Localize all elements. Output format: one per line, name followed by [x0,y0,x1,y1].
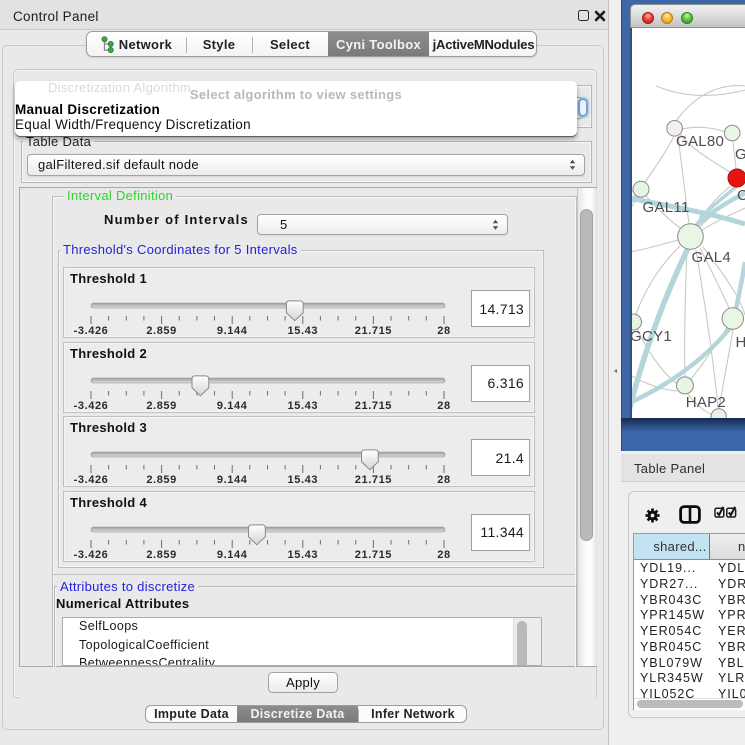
svg-text:28: 28 [437,474,450,486]
svg-text:2.859: 2.859 [146,549,177,561]
svg-text:2.859: 2.859 [146,400,177,412]
svg-text:-3.426: -3.426 [74,549,109,561]
svg-text:H: H [736,334,745,351]
svg-text:-3.426: -3.426 [74,474,109,486]
svg-text:9.144: 9.144 [217,400,248,412]
svg-text:HAP2: HAP2 [686,394,726,411]
svg-text:15.43: 15.43 [288,474,319,486]
svg-text:28: 28 [437,400,450,412]
svg-text:GAL4: GAL4 [692,249,732,266]
svg-text:9.144: 9.144 [217,325,248,337]
svg-text:15.43: 15.43 [288,400,319,412]
svg-text:GA: GA [735,146,745,163]
svg-text:-3.426: -3.426 [74,325,109,337]
svg-text:15.43: 15.43 [288,325,319,337]
svg-text:C: C [737,187,745,204]
svg-text:21.715: 21.715 [355,474,392,486]
svg-text:GAL80: GAL80 [676,133,724,150]
svg-text:21.715: 21.715 [355,325,392,337]
svg-text:28: 28 [437,549,450,561]
svg-text:15.43: 15.43 [288,549,319,561]
svg-text:GCY1: GCY1 [632,328,672,345]
svg-text:21.715: 21.715 [355,549,392,561]
svg-text:9.144: 9.144 [217,474,248,486]
svg-text:2.859: 2.859 [146,474,177,486]
svg-text:28: 28 [437,325,450,337]
svg-text:-3.426: -3.426 [74,400,109,412]
svg-text:2.859: 2.859 [146,325,177,337]
svg-text:GAL11: GAL11 [643,199,690,216]
svg-text:9.144: 9.144 [217,549,248,561]
svg-text:21.715: 21.715 [355,400,392,412]
